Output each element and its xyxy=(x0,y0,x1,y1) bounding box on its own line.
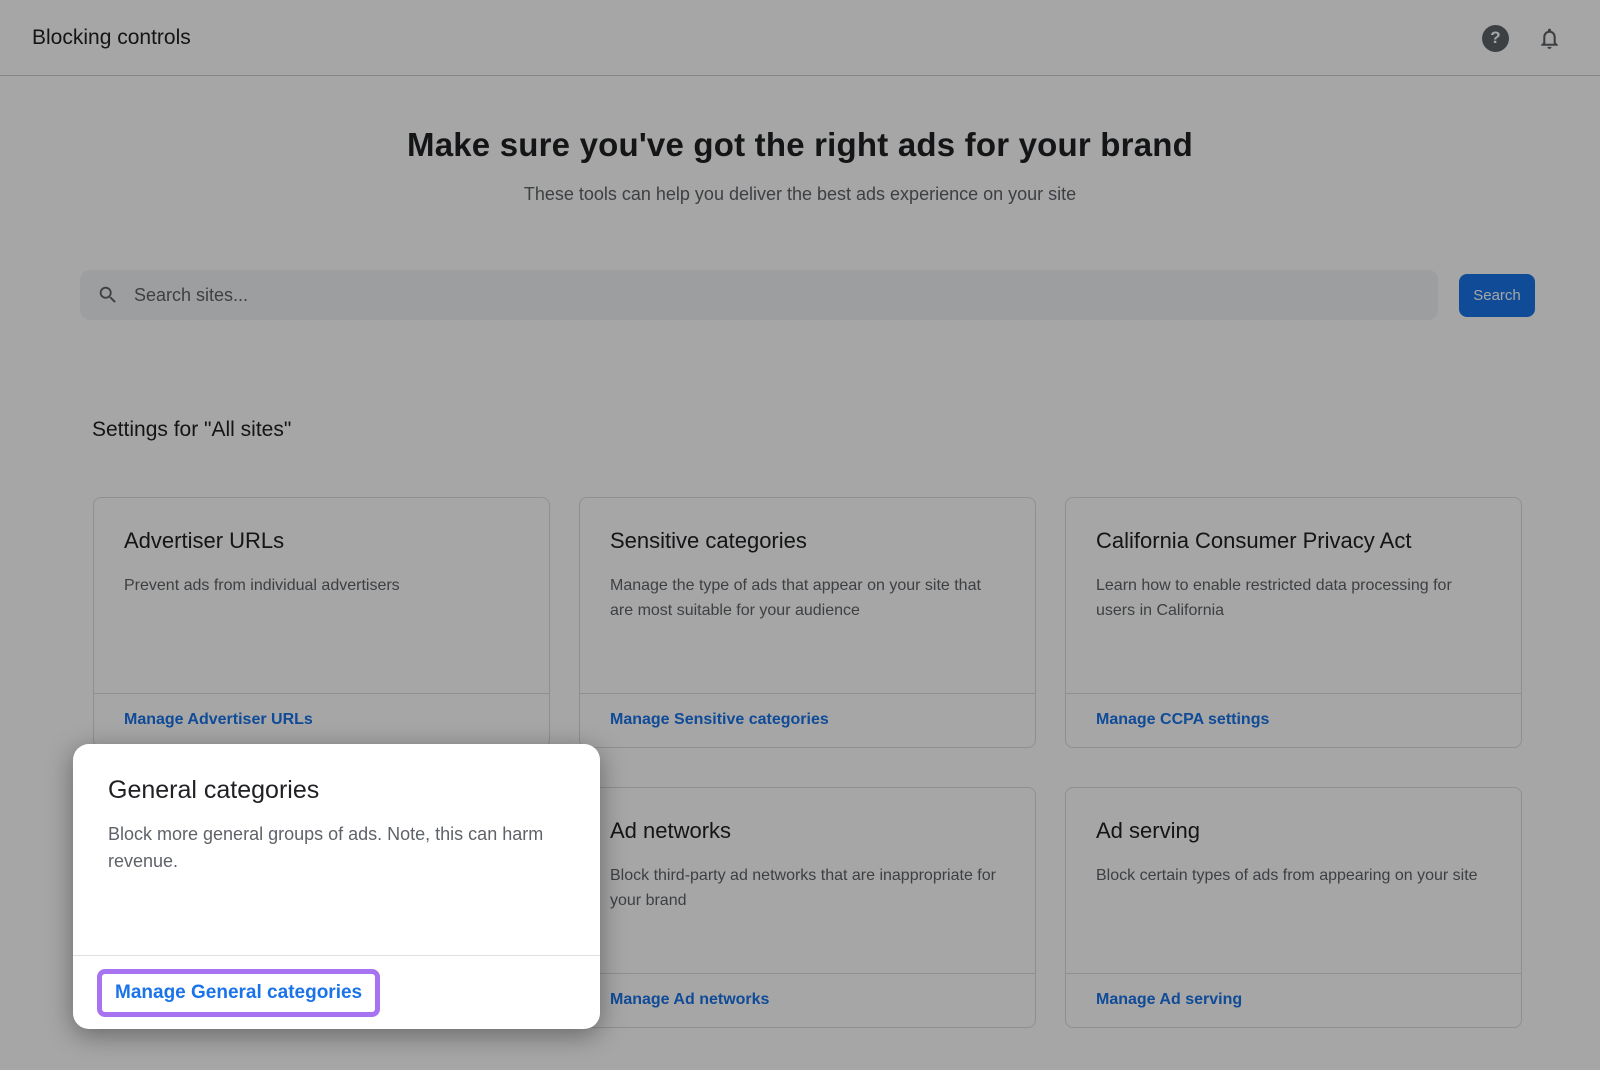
manage-general-categories-link[interactable]: Manage General categories xyxy=(115,982,362,1003)
highlight-box: Manage General categories xyxy=(97,969,380,1017)
spotlight-description: Block more general groups of ads. Note, … xyxy=(108,821,553,875)
spotlight-title: General categories xyxy=(108,776,565,805)
spotlight-content: General categories Block more general gr… xyxy=(73,744,600,955)
card-general-categories-spotlight: General categories Block more general gr… xyxy=(73,744,600,1029)
spotlight-footer: Manage General categories xyxy=(73,955,600,1029)
